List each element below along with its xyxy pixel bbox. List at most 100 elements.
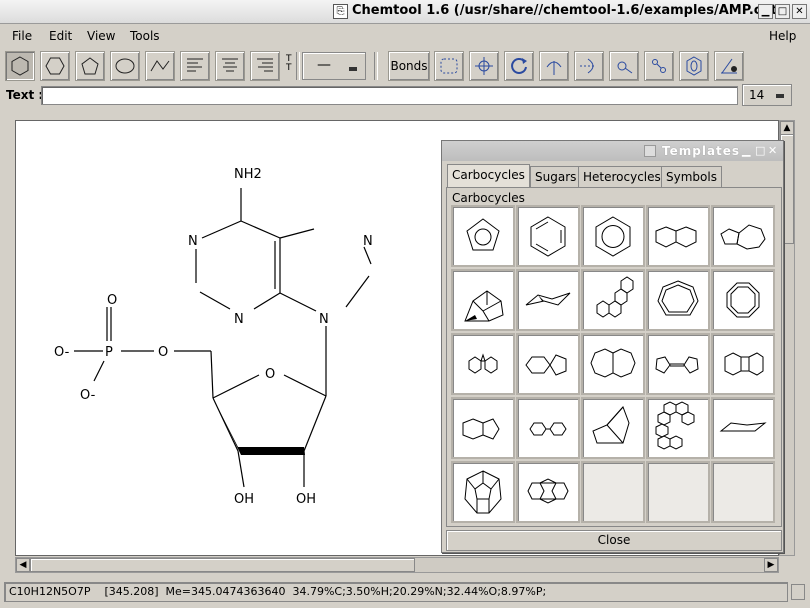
align-center-icon xyxy=(222,58,238,72)
scroll-left-icon[interactable]: ◀ xyxy=(16,558,30,572)
pentagon-icon xyxy=(81,57,99,75)
align-right-button[interactable] xyxy=(250,51,280,81)
text-label: Text : xyxy=(6,88,44,102)
pentagon-tool-button[interactable] xyxy=(75,51,105,81)
flip-vertical-button[interactable] xyxy=(574,51,604,81)
rotate-button[interactable] xyxy=(504,51,534,81)
template-cell[interactable] xyxy=(581,397,645,459)
line-style-select[interactable]: — xyxy=(302,52,366,80)
template-cell[interactable] xyxy=(646,397,710,459)
template-cell[interactable] xyxy=(451,205,515,267)
menu-edit[interactable]: Edit xyxy=(49,29,72,43)
hexagon-alt-icon xyxy=(45,57,65,75)
biphenylene-icon xyxy=(724,352,764,376)
text-direction-icon[interactable]: TT xyxy=(286,55,292,73)
template-cell[interactable] xyxy=(581,269,645,331)
minimize-icon[interactable]: ▁ xyxy=(758,4,773,19)
menu-view[interactable]: View xyxy=(87,29,115,43)
maximize-icon[interactable]: □ xyxy=(775,4,790,19)
menu-help[interactable]: Help xyxy=(769,29,796,43)
app-icon[interactable]: ⎘ xyxy=(333,4,348,19)
template-cell[interactable] xyxy=(581,333,645,395)
biphenyl-icon xyxy=(529,422,567,436)
templates-group-label: Carbocycles xyxy=(452,191,525,205)
hexagon-tool-button[interactable] xyxy=(5,51,35,81)
dropdown-indicator-icon xyxy=(776,94,784,98)
align-center-button[interactable] xyxy=(215,51,245,81)
templates-close-icon[interactable]: ✕ xyxy=(768,144,777,157)
delete-button[interactable] xyxy=(714,51,744,81)
template-cell-empty[interactable] xyxy=(581,461,645,523)
template-cell[interactable] xyxy=(711,333,775,395)
zigzag-tool-button[interactable] xyxy=(145,51,175,81)
tab-carbocycles[interactable]: Carbocycles xyxy=(447,164,530,188)
template-cell[interactable] xyxy=(516,333,580,395)
adamantane-icon xyxy=(464,290,504,322)
hexagon-alt-tool-button[interactable] xyxy=(40,51,70,81)
templates-minimize-icon[interactable]: ▁ xyxy=(742,144,750,157)
bonds-button[interactable]: Bonds xyxy=(388,51,430,81)
naphthalene-icon xyxy=(655,226,697,248)
scroll-right-icon[interactable]: ▶ xyxy=(764,558,778,572)
atom-label-phosphorus: P xyxy=(105,345,113,360)
atom-label-n9: N xyxy=(319,312,329,327)
indene-icon xyxy=(462,418,500,440)
text-input[interactable] xyxy=(41,86,738,105)
template-cell[interactable] xyxy=(516,269,580,331)
templates-maximize-icon[interactable]: □ xyxy=(755,144,765,157)
atom-label-phosphate-oxygen-top: O xyxy=(107,293,117,308)
menu-file[interactable]: File xyxy=(12,29,32,43)
tab-heterocycles[interactable]: Heterocycles xyxy=(578,166,666,187)
atom-label-hydroxyl-right: OH xyxy=(296,492,316,507)
template-cell[interactable] xyxy=(646,333,710,395)
flip-horizontal-button[interactable] xyxy=(539,51,569,81)
template-cell[interactable] xyxy=(646,269,710,331)
cyclopentadienyl-icon xyxy=(466,218,500,251)
templates-title: Templates xyxy=(662,144,741,158)
flip-horizontal-icon xyxy=(546,61,562,75)
template-cell[interactable] xyxy=(516,205,580,267)
cyclooctatetraene-icon xyxy=(726,282,760,318)
font-size-select[interactable]: 14 xyxy=(742,84,792,106)
atom-label-n1: N xyxy=(188,234,198,249)
atom-label-n7: N xyxy=(363,234,373,249)
align-left-button[interactable] xyxy=(180,51,210,81)
template-button[interactable] xyxy=(679,51,709,81)
flip-vertical-icon xyxy=(580,58,596,74)
template-cell[interactable] xyxy=(451,333,515,395)
tab-sugars[interactable]: Sugars xyxy=(530,166,582,187)
template-cell[interactable] xyxy=(711,269,775,331)
template-cell-empty[interactable] xyxy=(711,461,775,523)
oval-tool-button[interactable] xyxy=(110,51,140,81)
atom-edit-button[interactable] xyxy=(644,51,674,81)
template-cell[interactable] xyxy=(516,461,580,523)
template-cell[interactable] xyxy=(711,205,775,267)
move-button[interactable] xyxy=(469,51,499,81)
tetracyclic-icon xyxy=(596,276,634,318)
delete-icon xyxy=(721,58,737,74)
template-cell[interactable] xyxy=(646,205,710,267)
polycyclic-cage-icon xyxy=(464,470,502,514)
resize-grip-icon[interactable] xyxy=(791,584,805,600)
bond-edit-button[interactable] xyxy=(609,51,639,81)
template-cell-empty[interactable] xyxy=(646,461,710,523)
toolbar-separator xyxy=(296,52,300,80)
template-cell[interactable] xyxy=(451,269,515,331)
atom-label-phosphate-oxygen-bottom: O- xyxy=(80,388,96,403)
template-cell[interactable] xyxy=(451,397,515,459)
fulvalene-icon xyxy=(655,356,699,374)
scroll-up-icon[interactable]: ▲ xyxy=(780,121,794,135)
templates-close-button[interactable]: Close xyxy=(446,530,782,551)
template-cell[interactable] xyxy=(581,205,645,267)
hexahelicene-icon xyxy=(655,401,695,450)
horizontal-scroll-thumb[interactable] xyxy=(30,558,415,572)
tab-symbols[interactable]: Symbols xyxy=(661,166,722,187)
close-icon[interactable]: ✕ xyxy=(792,4,807,19)
template-cell[interactable] xyxy=(711,397,775,459)
template-cell[interactable] xyxy=(516,397,580,459)
menu-tools[interactable]: Tools xyxy=(130,29,160,43)
align-left-icon xyxy=(187,58,203,72)
select-region-button[interactable] xyxy=(434,51,464,81)
template-cell[interactable] xyxy=(451,461,515,523)
align-right-icon xyxy=(257,58,273,72)
